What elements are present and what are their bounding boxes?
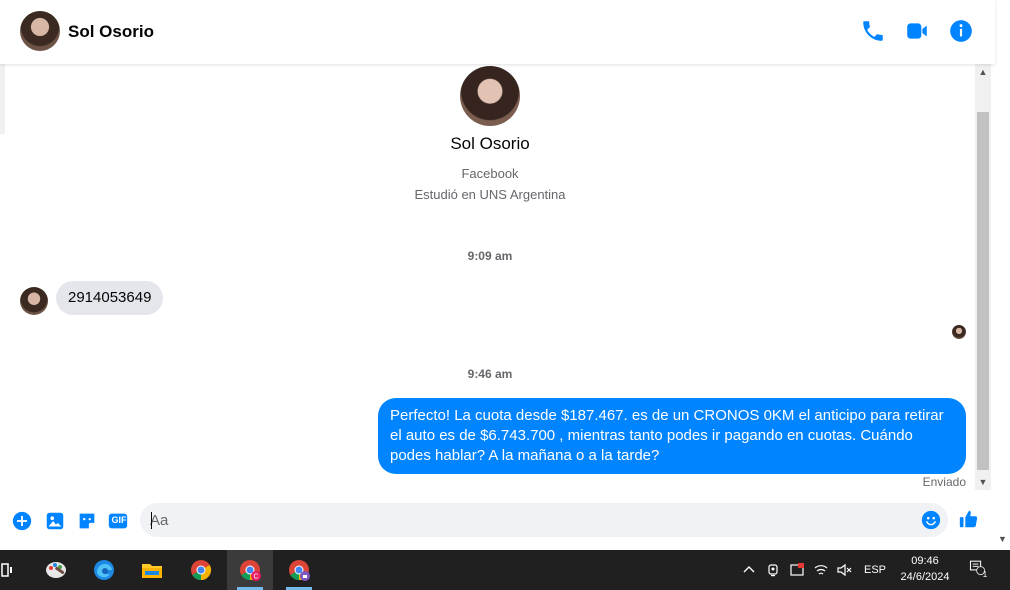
scroll-down-arrow-icon[interactable]: ▼	[975, 474, 991, 490]
sender-avatar[interactable]	[20, 287, 48, 315]
file-explorer-icon[interactable]	[129, 550, 175, 590]
phone-icon[interactable]	[860, 18, 886, 44]
gif-icon[interactable]: GIF	[107, 510, 129, 532]
notification-count: 1	[982, 570, 988, 579]
scroll-thumb[interactable]	[977, 112, 989, 470]
paint-icon[interactable]	[33, 550, 79, 590]
clock-time: 09:46	[911, 555, 939, 567]
profile-name[interactable]: Sol Osorio	[340, 134, 640, 154]
video-camera-icon[interactable]	[904, 18, 930, 44]
camera-tray-icon[interactable]	[765, 562, 781, 578]
contact-name[interactable]: Sol Osorio	[68, 22, 154, 42]
system-clock[interactable]: 09:46 24/6/2024	[890, 553, 960, 585]
screen-tray-icon[interactable]	[789, 562, 805, 578]
page-scrollbar[interactable]	[995, 0, 1010, 550]
chat-header: Sol Osorio	[0, 0, 995, 64]
info-icon[interactable]	[948, 18, 974, 44]
profile-education: Estudió en UNS Argentina	[414, 187, 566, 202]
notification-icon[interactable]: 1	[969, 559, 991, 581]
message-timestamp: 9:46 am	[467, 367, 513, 381]
clock-date: 24/6/2024	[900, 571, 950, 583]
incoming-message[interactable]: 2914053649	[56, 281, 164, 315]
chrome-profile-icon[interactable]: C	[227, 550, 273, 590]
outgoing-message[interactable]: Perfecto! La cuota desde $187.467. es de…	[378, 398, 966, 474]
plus-icon[interactable]	[11, 510, 33, 532]
image-icon[interactable]	[44, 510, 66, 532]
volume-muted-icon[interactable]	[836, 562, 852, 578]
page-scroll-down-icon[interactable]: ▼	[995, 534, 1010, 548]
seen-indicator-avatar	[952, 325, 966, 339]
gif-label: GIF	[111, 515, 127, 525]
language-indicator[interactable]: ESP	[864, 550, 886, 590]
contact-avatar[interactable]	[20, 11, 60, 51]
thumbs-up-icon[interactable]	[958, 508, 984, 534]
task-view-icon[interactable]	[0, 550, 16, 590]
svg-text:C: C	[253, 574, 258, 581]
profile-source: Facebook	[461, 166, 519, 181]
edge-icon[interactable]	[81, 550, 127, 590]
emoji-icon[interactable]	[920, 509, 942, 531]
wifi-icon[interactable]	[813, 562, 829, 578]
message-status: Enviado	[922, 475, 966, 489]
profile-avatar[interactable]	[460, 66, 520, 126]
left-edge	[0, 64, 5, 134]
message-timestamp: 9:09 am	[467, 249, 513, 263]
scroll-up-arrow-icon[interactable]: ▲	[975, 64, 991, 80]
sticker-icon[interactable]	[76, 510, 98, 532]
message-input-container[interactable]	[140, 503, 948, 537]
chevron-up-icon[interactable]	[741, 562, 757, 578]
text-cursor	[151, 512, 152, 529]
chrome-secondary-icon[interactable]	[276, 550, 322, 590]
chrome-icon[interactable]	[178, 550, 224, 590]
message-input[interactable]	[150, 503, 910, 537]
